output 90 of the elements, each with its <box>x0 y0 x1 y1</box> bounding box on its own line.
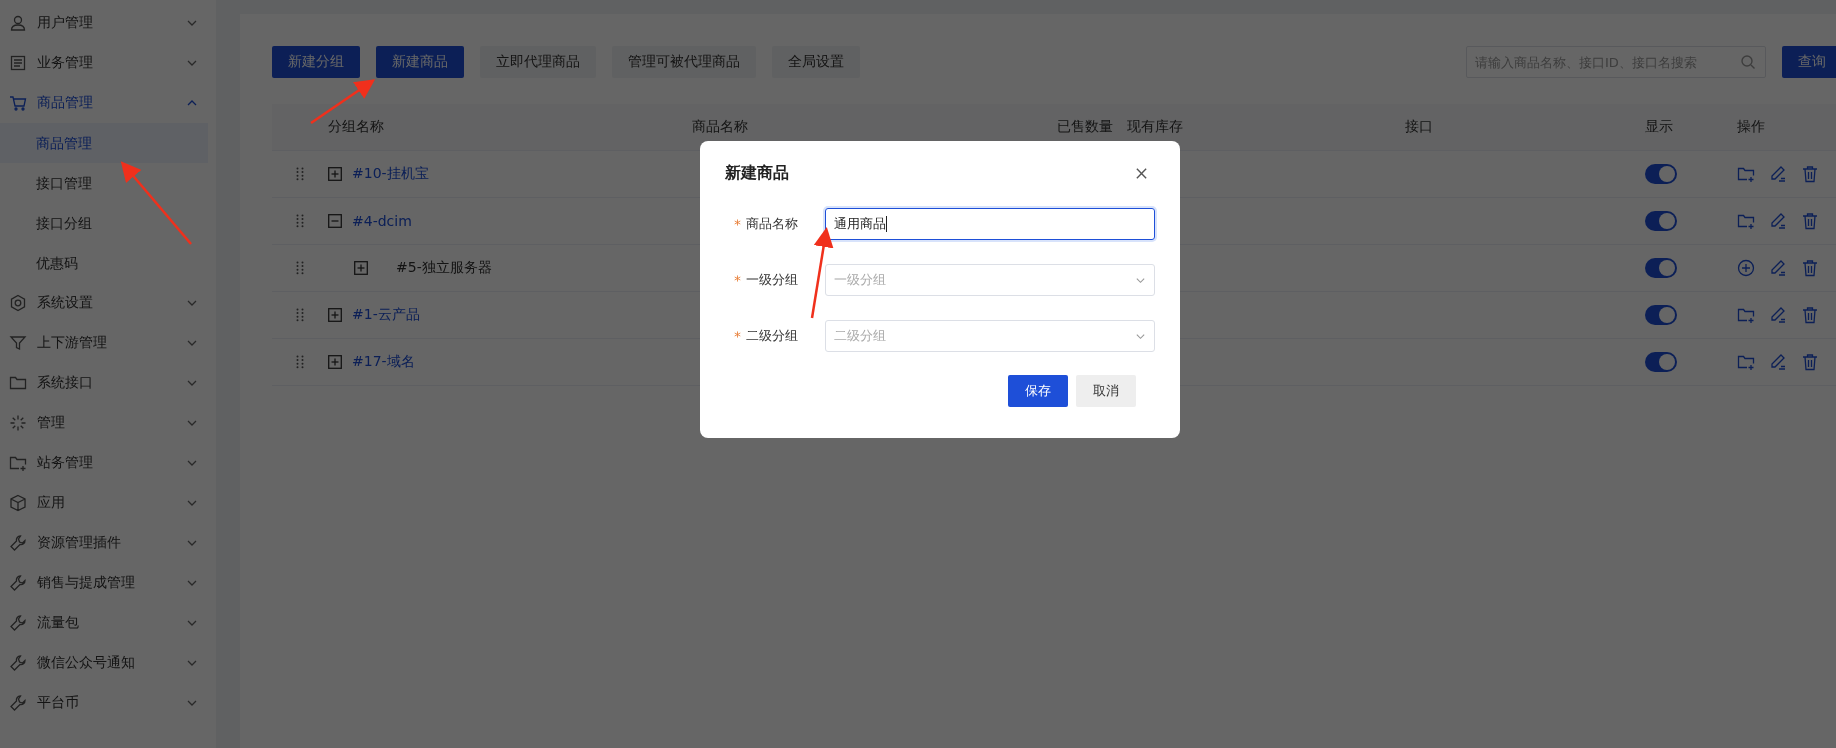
toggle-switch[interactable] <box>1645 211 1677 231</box>
nav-item[interactable]: 商品管理 <box>0 83 216 123</box>
delete-icon[interactable] <box>1801 259 1819 277</box>
nav-item[interactable]: 系统设置 <box>0 283 216 323</box>
nav-subitem[interactable]: 接口分组 <box>0 203 208 243</box>
edit-icon[interactable] <box>1769 212 1787 230</box>
column-header: 显示 <box>1645 118 1674 136</box>
delete-icon[interactable] <box>1801 212 1819 230</box>
expand-icon[interactable] <box>354 261 368 275</box>
column-header: 分组名称 <box>328 118 385 136</box>
group-name: #5-独立服务器 <box>396 259 492 277</box>
edit-icon[interactable] <box>1769 353 1787 371</box>
drag-handle-icon[interactable] <box>296 214 304 228</box>
column-header: 已售数量 <box>1057 118 1114 136</box>
nav-item[interactable]: 销售与提成管理 <box>0 563 216 603</box>
doc-icon <box>9 54 27 72</box>
wrench-icon <box>9 694 27 712</box>
column-header: 操作 <box>1737 118 1766 136</box>
toolbar-button[interactable]: 新建分组 <box>272 46 360 78</box>
dialog-button[interactable]: 取消 <box>1076 375 1136 407</box>
column-header: 商品名称 <box>692 118 749 136</box>
select-field[interactable]: 二级分组 <box>825 320 1155 352</box>
wrench-icon <box>9 574 27 592</box>
nav-subitem[interactable]: 优惠码 <box>0 243 208 283</box>
drag-handle-icon[interactable] <box>296 167 304 181</box>
field-label: 商品名称 <box>746 215 798 233</box>
toolbar-button[interactable]: 立即代理商品 <box>480 46 596 78</box>
wrench-icon <box>9 654 27 672</box>
nav-subitem[interactable]: 商品管理 <box>0 123 208 163</box>
wrench-icon <box>9 534 27 552</box>
nav-item[interactable]: 站务管理 <box>0 443 216 483</box>
edit-icon[interactable] <box>1769 306 1787 324</box>
input-field[interactable]: 通用商品 <box>825 208 1155 240</box>
group-link[interactable]: #10-挂机宝 <box>352 165 429 183</box>
delete-icon[interactable] <box>1801 306 1819 324</box>
drag-handle-icon[interactable] <box>296 261 304 275</box>
delete-icon[interactable] <box>1801 165 1819 183</box>
cube-icon <box>9 494 27 512</box>
edit-icon[interactable] <box>1769 165 1787 183</box>
group-link[interactable]: #4-dcim <box>352 213 412 229</box>
drag-handle-icon[interactable] <box>296 355 304 369</box>
toolbar-button[interactable]: 管理可被代理商品 <box>612 46 756 78</box>
folder-add-icon[interactable] <box>1737 212 1755 230</box>
column-header: 接口 <box>1405 118 1434 136</box>
toggle-switch[interactable] <box>1645 164 1677 184</box>
folder-add-icon[interactable] <box>1737 165 1755 183</box>
nav-item[interactable]: 管理 <box>0 403 216 443</box>
nav-item[interactable]: 上下游管理 <box>0 323 216 363</box>
cart-icon <box>9 94 27 112</box>
field-label: 一级分组 <box>746 271 798 289</box>
toggle-switch[interactable] <box>1645 305 1677 325</box>
dialog-title: 新建商品 <box>725 162 789 184</box>
add-icon[interactable] <box>1737 259 1755 277</box>
folderplus-icon <box>9 454 27 472</box>
nav-item[interactable]: 系统接口 <box>0 363 216 403</box>
toolbar-button[interactable]: 新建商品 <box>376 46 464 78</box>
expand-icon[interactable] <box>328 355 342 369</box>
field-label: 二级分组 <box>746 327 798 345</box>
wrench-icon <box>9 614 27 632</box>
nav-item[interactable]: 平台币 <box>0 683 216 723</box>
nav-item[interactable]: 资源管理插件 <box>0 523 216 563</box>
toolbar-button[interactable]: 全局设置 <box>772 46 860 78</box>
nav-subitem[interactable]: 接口管理 <box>0 163 208 203</box>
column-header: 现有库存 <box>1127 118 1184 136</box>
user-icon <box>9 14 27 32</box>
close-icon[interactable] <box>1135 166 1148 180</box>
nav-item[interactable]: 微信公众号通知 <box>0 643 216 683</box>
folder-add-icon[interactable] <box>1737 353 1755 371</box>
group-link[interactable]: #1-云产品 <box>352 306 420 324</box>
expand-icon[interactable] <box>328 167 342 181</box>
hexagon-icon <box>9 294 27 312</box>
nav-item[interactable]: 流量包 <box>0 603 216 643</box>
sparkle-icon <box>9 414 27 432</box>
folder-add-icon[interactable] <box>1737 306 1755 324</box>
edit-icon[interactable] <box>1769 259 1787 277</box>
collapse-icon[interactable] <box>328 214 342 228</box>
expand-icon[interactable] <box>328 308 342 322</box>
folder-icon <box>9 374 27 392</box>
query-button[interactable]: 查询 <box>1782 46 1836 78</box>
nav-item[interactable]: 用户管理 <box>0 3 216 43</box>
search-icon <box>1740 54 1756 70</box>
dialog-button[interactable]: 保存 <box>1008 375 1068 407</box>
nav-item[interactable]: 业务管理 <box>0 43 216 83</box>
nav-item[interactable]: 应用 <box>0 483 216 523</box>
funnel-icon <box>9 334 27 352</box>
group-link[interactable]: #17-域名 <box>352 353 415 371</box>
toggle-switch[interactable] <box>1645 258 1677 278</box>
delete-icon[interactable] <box>1801 353 1819 371</box>
toggle-switch[interactable] <box>1645 352 1677 372</box>
drag-handle-icon[interactable] <box>296 308 304 322</box>
